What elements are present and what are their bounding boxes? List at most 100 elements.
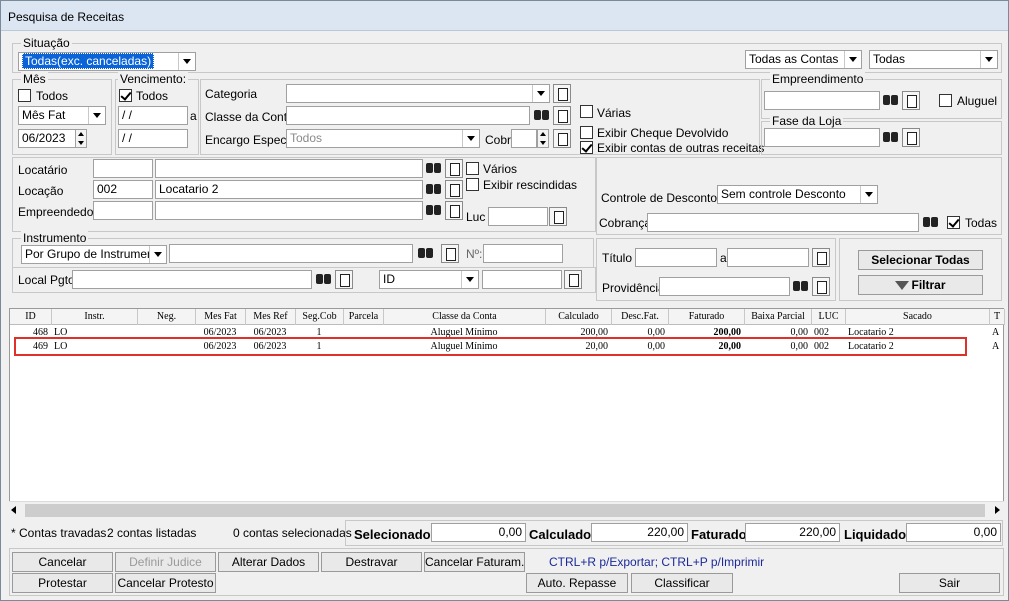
empreendedor-doc-icon[interactable] (445, 201, 463, 220)
cancelar-faturam-button[interactable]: Cancelar Faturam. (424, 552, 525, 572)
vencimento-todos-checkbox[interactable] (119, 89, 132, 102)
providencia-input[interactable] (659, 277, 790, 296)
varias-checkbox[interactable] (580, 105, 593, 118)
mes-spinner[interactable] (75, 129, 87, 148)
grid-column-header[interactable]: Mes Fat (196, 309, 246, 325)
fase-legend: Fase da Loja (770, 114, 844, 128)
empreendedor-code-input[interactable] (93, 201, 153, 220)
classificar-button[interactable]: Classificar (631, 573, 733, 593)
cobranca-search-icon[interactable] (921, 213, 941, 232)
mes-input[interactable]: 06/2023 (18, 129, 76, 148)
situacao-select[interactable]: Todas(exc. canceladas) (18, 52, 196, 71)
fase-input[interactable] (764, 128, 880, 147)
aluguel-checkbox[interactable] (939, 94, 952, 107)
empreendedor-name-input[interactable] (155, 201, 423, 220)
empreendimento-doc-icon[interactable] (902, 91, 920, 110)
rescindidas-checkbox[interactable] (466, 178, 479, 191)
controle-select[interactable]: Sem controle Desconto (717, 185, 878, 204)
grid-column-header[interactable]: LUC (812, 309, 846, 325)
grid-column-header[interactable]: Instr. (52, 309, 138, 325)
titulo-doc-icon[interactable] (812, 248, 830, 267)
localpgto-id-doc-icon[interactable] (564, 270, 582, 289)
titulo-from-input[interactable] (635, 248, 717, 267)
todas-select[interactable]: Todas (869, 50, 998, 69)
protestar-button[interactable]: Protestar (12, 573, 113, 593)
instrumento-doc-icon[interactable] (441, 244, 459, 263)
varios-checkbox[interactable] (466, 162, 479, 175)
classe-doc-icon[interactable] (553, 106, 571, 125)
mes-tipo-select[interactable]: Mês Fat (18, 106, 106, 125)
definir-judice-button[interactable]: Definir Judice (115, 552, 216, 572)
classe-search-icon[interactable] (532, 106, 552, 125)
localpgto-input[interactable] (72, 270, 312, 289)
instrumento-search-icon[interactable] (416, 244, 436, 263)
cobr-input[interactable] (511, 129, 537, 148)
luc-doc-icon[interactable] (549, 207, 567, 226)
filtrar-button[interactable]: Filtrar (858, 275, 983, 295)
grid-column-header[interactable]: Neg. (138, 309, 196, 325)
grid-column-header[interactable]: Classe da Conta (384, 309, 546, 325)
grid-column-header[interactable]: Mes Ref (246, 309, 296, 325)
grid-column-header[interactable]: Faturado (669, 309, 745, 325)
grid-column-header[interactable]: Sacado (846, 309, 990, 325)
localpgto-id-input[interactable] (482, 270, 562, 289)
grid-column-header[interactable]: Calculado (546, 309, 612, 325)
fase-search-icon[interactable] (881, 128, 901, 147)
empreendimento-search-icon[interactable] (881, 91, 901, 110)
horizontal-scrollbar[interactable] (9, 501, 1004, 518)
titulo-to-input[interactable] (727, 248, 809, 267)
cobr-doc-icon[interactable] (553, 129, 571, 148)
locatario-search-icon[interactable] (424, 159, 444, 178)
locatario-code-input[interactable] (93, 159, 153, 178)
scroll-left-icon[interactable] (11, 506, 16, 514)
localpgto-doc-icon[interactable] (335, 270, 353, 289)
empreendimento-input[interactable] (764, 91, 880, 110)
localpgto-search-icon[interactable] (314, 270, 334, 289)
cobr-spinner[interactable] (537, 129, 549, 148)
grid-column-header[interactable]: Seg.Cob (296, 309, 344, 325)
locacao-code-input[interactable]: 002 (93, 180, 153, 199)
outras-checkbox[interactable] (580, 141, 593, 154)
contas-select[interactable]: Todas as Contas (745, 50, 862, 69)
cancelar-button[interactable]: Cancelar (12, 552, 113, 572)
grid-column-header[interactable]: Parcela (344, 309, 384, 325)
grid-column-header[interactable]: Baixa Parcial (745, 309, 812, 325)
localpgto-id-select[interactable]: ID (379, 270, 479, 289)
locacao-name-input[interactable]: Locatario 2 (155, 180, 423, 199)
vencimento-date-from[interactable]: / / (118, 106, 188, 125)
cancelar-protesto-button[interactable]: Cancelar Protesto (115, 573, 216, 593)
cobranca-input[interactable] (647, 213, 919, 232)
fase-doc-icon[interactable] (902, 128, 920, 147)
empreendedor-search-icon[interactable] (424, 201, 444, 220)
providencia-search-icon[interactable] (791, 277, 811, 296)
mes-todos-checkbox[interactable] (18, 89, 31, 102)
categoria-select[interactable] (286, 84, 550, 103)
selecionar-todas-button[interactable]: Selecionar Todas (858, 250, 983, 270)
locatario-doc-icon[interactable] (445, 159, 463, 178)
vencimento-legend: Vencimento: (118, 72, 189, 86)
results-grid[interactable]: ID Instr. Neg. Mes Fat Mes Ref Seg.Cob Parcela… (9, 308, 1005, 518)
grid-column-header[interactable]: T (990, 309, 1005, 325)
classe-input[interactable] (286, 106, 530, 125)
sair-button[interactable]: Sair (899, 573, 1000, 593)
locacao-search-icon[interactable] (424, 180, 444, 199)
instrumento-select[interactable]: Por Grupo de Instrumento (21, 245, 167, 264)
scroll-thumb[interactable] (25, 504, 985, 517)
cobranca-todas-checkbox[interactable] (947, 216, 960, 229)
vencimento-date-to[interactable]: / / (118, 129, 188, 148)
cheque-checkbox[interactable] (580, 126, 593, 139)
categoria-doc-icon[interactable] (553, 84, 571, 103)
grid-column-header[interactable]: ID (10, 309, 52, 325)
alterar-dados-button[interactable]: Alterar Dados (218, 552, 319, 572)
scroll-right-icon[interactable] (995, 506, 1000, 514)
instrumento-input[interactable] (169, 244, 413, 263)
encargo-select[interactable]: Todos (286, 129, 480, 148)
grid-column-header[interactable]: Desc.Fat. (612, 309, 669, 325)
instrumento-no-input[interactable] (483, 244, 563, 263)
auto-repasse-button[interactable]: Auto. Repasse (526, 573, 628, 593)
locacao-doc-icon[interactable] (445, 180, 463, 199)
luc-input[interactable] (488, 207, 548, 226)
providencia-doc-icon[interactable] (812, 277, 830, 296)
destravar-button[interactable]: Destravar (321, 552, 422, 572)
locatario-name-input[interactable] (155, 159, 423, 178)
